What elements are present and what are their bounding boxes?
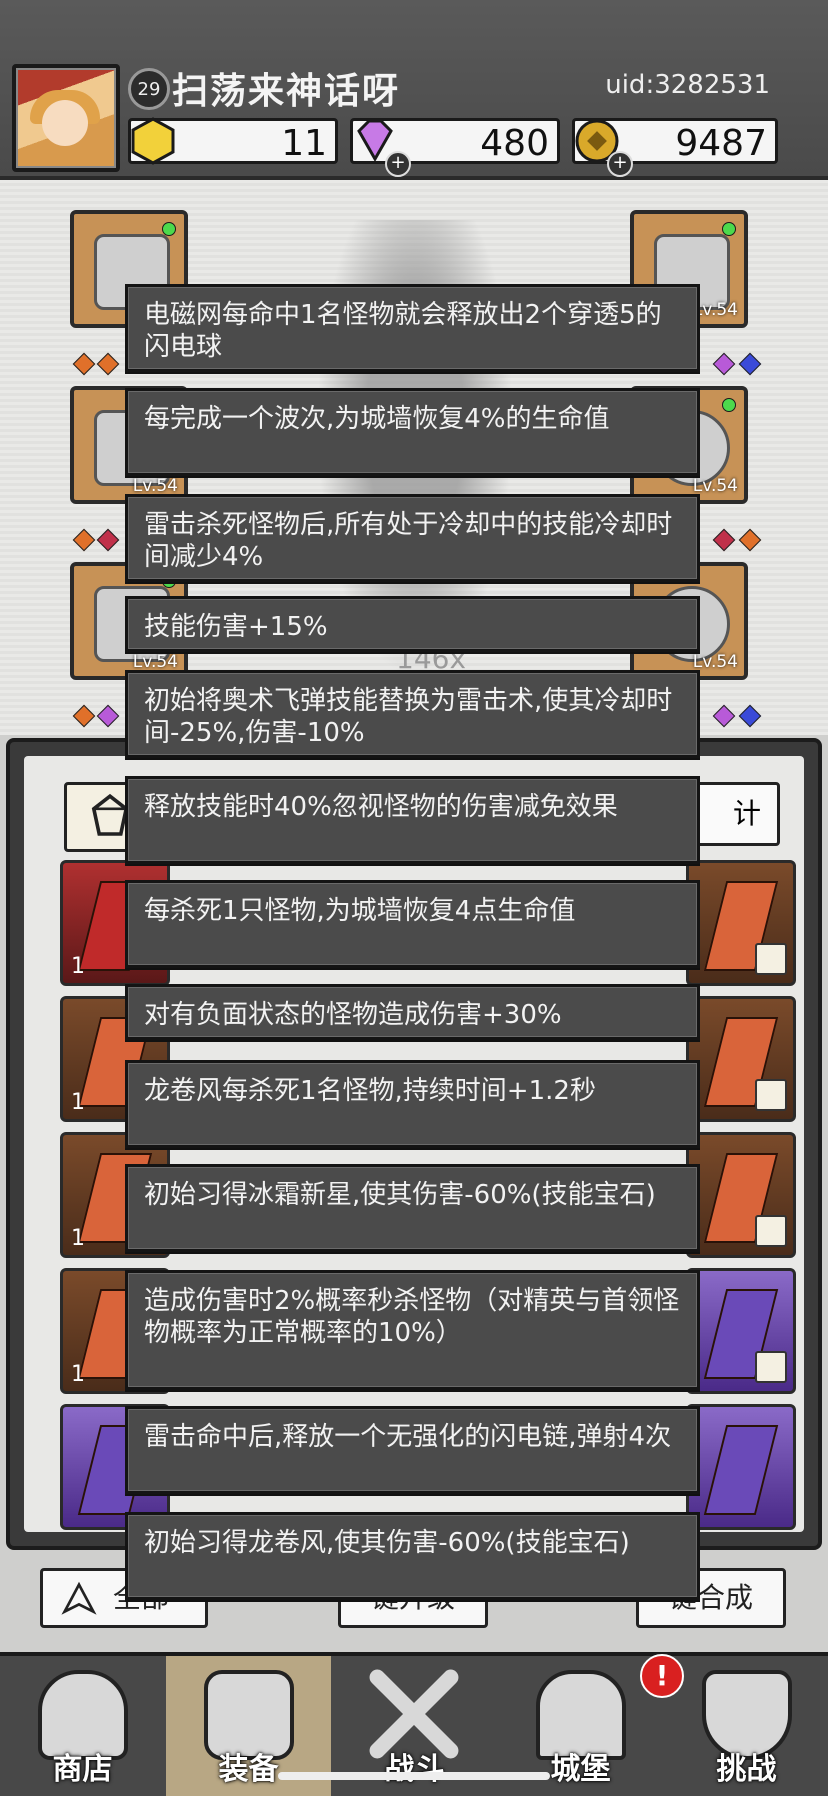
player-header: 29 扫荡来神话呀 uid:3282531 11 + 480 + 9487 [0,0,828,180]
inventory-item[interactable] [686,1404,796,1530]
resource-value: 9487 [675,123,767,164]
boots-slot-icon [755,1079,787,1111]
gold-hexagon-icon [131,117,175,165]
tooltip-line: 每杀死1只怪物,为城墙恢复4点生命值 [125,880,700,968]
tab-challenge-label: 挑战 [716,1752,777,1787]
tooltip-line: 初始习得冰霜新星,使其伤害-60%(技能宝石) [125,1164,700,1252]
item-count: 1 [71,954,85,979]
status-dot [722,222,736,236]
item-count: 1 [71,1226,85,1251]
resource-diamond[interactable]: + 480 [350,118,560,177]
tooltip-line: 每完成一个波次,为城墙恢复4%的生命值 [125,388,700,476]
socket-gem-icon [96,352,120,376]
socket-gem-icon [96,528,120,552]
slot-level: Lv.54 [692,476,738,496]
tab-shop[interactable]: 商店 [0,1656,165,1796]
ring-slot-icon [755,1215,787,1247]
inventory-item[interactable] [686,860,796,986]
tab-battle-label: 战斗 [384,1752,445,1787]
tab-equipment-label: 装备 [218,1752,279,1787]
helmet-slot-icon [755,943,787,975]
socket-gem-icon [738,704,762,728]
item-count: 1 [71,1362,85,1387]
tab-challenge[interactable]: 挑战 [664,1656,828,1796]
player-name: 扫荡来神话呀 [172,71,401,112]
add-coin-icon[interactable]: + [607,151,633,177]
inventory-item[interactable] [686,1268,796,1394]
socket-gem-icon [96,704,120,728]
avatar-face [42,100,88,146]
player-uid: uid:3282531 [605,70,770,100]
resource-coin[interactable]: + 9487 [572,118,778,177]
tooltip-line: 初始习得龙卷风,使其伤害-60%(技能宝石) [125,1512,700,1600]
slot-level: Lv.54 [692,652,738,672]
tab-shop-label: 商店 [52,1752,113,1787]
socket-gem-icon [712,352,736,376]
tab-castle-label: 城堡 [550,1752,611,1787]
socket-gem-icon [738,528,762,552]
slot-level: Lv.54 [132,476,178,496]
socket-gem-icon [72,528,96,552]
item-count: 1 [71,1090,85,1115]
armor-slot-icon [755,1351,787,1383]
tooltip-line: 电磁网每命中1名怪物就会释放出2个穿透5的闪电球 [125,284,700,372]
tooltip-line: 技能伤害+15% [125,596,700,652]
socket-gem-icon [72,704,96,728]
inventory-item[interactable] [686,1132,796,1258]
status-dot [722,398,736,412]
avatar[interactable] [12,64,120,172]
triangle-up-icon [61,1581,97,1615]
socket-gem-icon [738,352,762,376]
tooltip-line: 龙卷风每杀死1名怪物,持续时间+1.2秒 [125,1060,700,1148]
resource-value: 11 [281,123,327,164]
tooltip-line: 对有负面状态的怪物造成伤害+30% [125,984,700,1040]
notification-badge: ! [640,1654,684,1698]
tooltip-line: 初始将奥术飞弹技能替换为雷击术,使其冷却时间-25%,伤害-10% [125,670,700,758]
resource-value: 480 [480,123,549,164]
resource-gold-hexagon: 11 [128,117,338,165]
socket-gem-icon [712,528,736,552]
status-dot [162,222,176,236]
tooltip-line: 雷击命中后,释放一个无强化的闪电链,弹射4次 [125,1406,700,1494]
home-indicator[interactable] [278,1772,550,1780]
player-level-badge: 29 [128,68,170,110]
tooltip-line: 造成伤害时2%概率秒杀怪物（对精英与首领怪物概率为正常概率的10%） [125,1270,700,1390]
purple-crystal-icon [703,1425,779,1515]
tooltip-line: 雷击杀死怪物后,所有处于冷却中的技能冷却时间减少4% [125,494,700,582]
tooltip-line: 释放技能时40%忽视怪物的伤害减免效果 [125,776,700,864]
socket-gem-icon [72,352,96,376]
add-diamond-icon[interactable]: + [385,151,411,177]
slot-level: Lv.54 [132,652,178,672]
inventory-item[interactable] [686,996,796,1122]
socket-gem-icon [712,704,736,728]
